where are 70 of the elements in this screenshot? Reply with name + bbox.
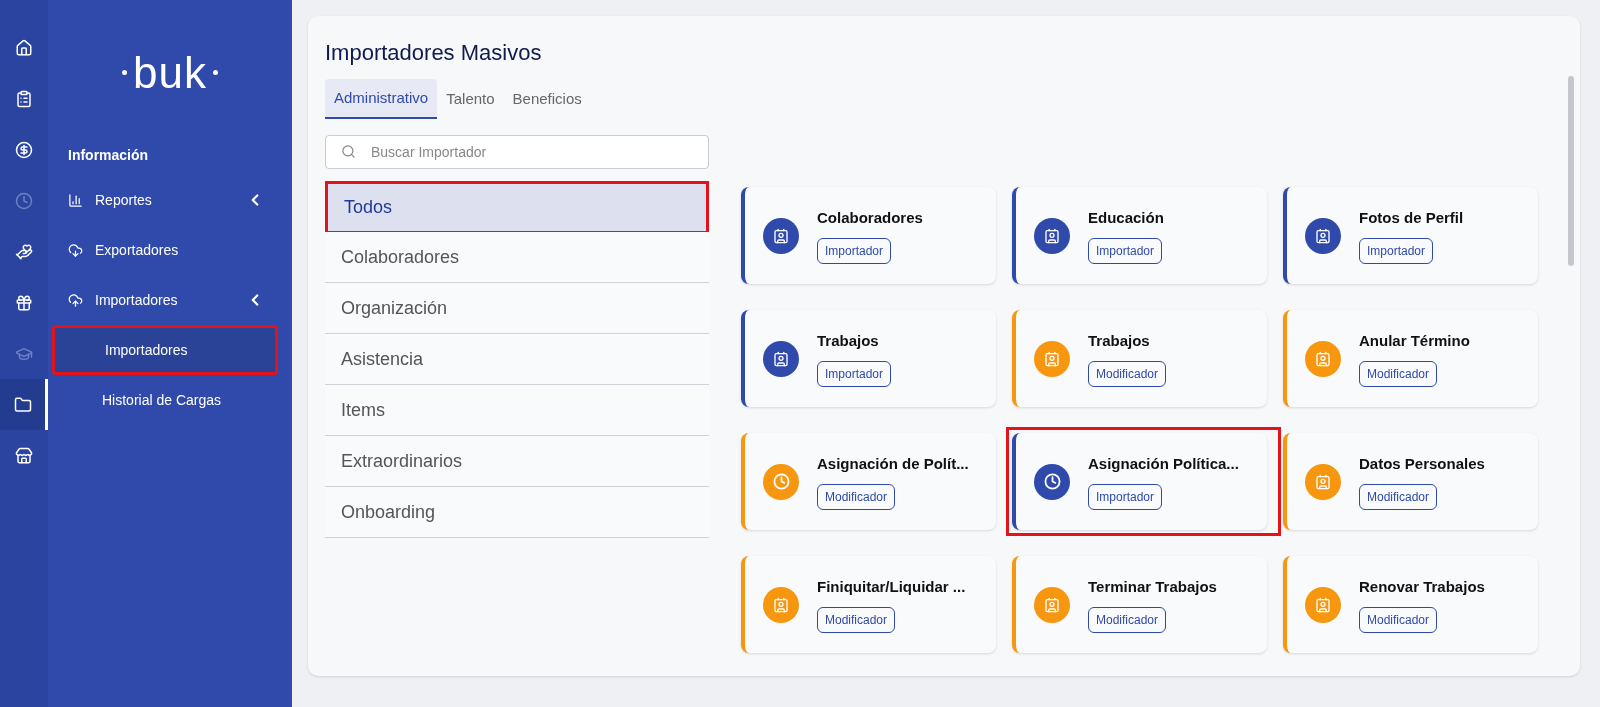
card-title: Trabajos [1088,331,1150,352]
importer-card[interactable]: Anular Término Modificador [1283,310,1538,407]
card-title: Renovar Trabajos [1359,577,1485,598]
logo: buk [132,50,208,95]
type-badge: Modificador [1088,360,1167,387]
clock-icon [763,463,799,500]
search-icon [341,144,356,159]
bar-chart-icon [68,192,83,208]
card-title: Datos Personales [1359,454,1485,475]
type-badge: Importador [1088,483,1163,510]
type-badge: Importador [817,237,892,264]
nav-subitem[interactable]: Historial de Cargas [52,375,278,425]
id-card-icon [763,217,799,254]
importer-card[interactable]: Finiquitar/Liquidar ... Modificador [741,556,996,653]
card-title: Fotos de Perfil [1359,208,1464,229]
nav-heading: Información [68,145,150,165]
id-card-icon [763,340,799,377]
importer-card[interactable]: Trabajos Modificador [1012,310,1267,407]
importer-card[interactable]: Educación Importador [1012,187,1267,284]
nav-label: Importadores [95,290,178,310]
id-card-icon [1305,586,1341,623]
importer-card[interactable]: Colaboradores Importador [741,187,996,284]
importer-card[interactable]: Asignación de Polít... Modificador [741,433,996,530]
logo-dot-icon [121,70,127,75]
id-card-icon [1034,217,1070,254]
card-title: Asignación Política... [1088,454,1239,475]
id-card-icon [1034,586,1070,623]
tab[interactable]: Administrativo [325,79,438,119]
type-badge: Importador [1088,237,1163,264]
type-badge: Importador [1359,237,1434,264]
type-badge: Modificador [817,606,896,633]
card-title: Finiquitar/Liquidar ... [817,577,966,598]
importer-card[interactable]: Trabajos Importador [741,310,996,407]
id-card-icon [1305,463,1341,500]
nav-label: Exportadores [95,240,179,260]
importer-card[interactable]: Asignación Política... Importador [1012,433,1267,530]
tab[interactable]: Talento [437,79,504,119]
nav-item[interactable]: Importadores [68,275,278,325]
tab[interactable]: Beneficios [503,79,591,119]
card-title: Anular Término [1359,331,1470,352]
nav-subitem[interactable]: Importadores [52,325,278,375]
id-card-icon [1305,217,1341,254]
nav-item[interactable]: Exportadores [68,225,278,275]
importer-card[interactable]: Datos Personales Modificador [1283,433,1538,530]
id-card-icon [1034,340,1070,377]
card-title: Asignación de Polít... [817,454,969,475]
card-title: Trabajos [817,331,879,352]
card-title: Educación [1088,208,1164,229]
card-title: Colaboradores [817,208,923,229]
type-badge: Modificador [1359,606,1438,633]
importer-card[interactable]: Fotos de Perfil Importador [1283,187,1538,284]
type-badge: Modificador [1088,606,1167,633]
category-item[interactable]: Todos [325,181,709,232]
nav-label: Reportes [95,190,152,210]
importer-card[interactable]: Renovar Trabajos Modificador [1283,556,1538,653]
nav-item[interactable]: Reportes [68,175,278,225]
type-badge: Importador [817,360,892,387]
card-title: Terminar Trabajos [1088,577,1217,598]
type-badge: Modificador [1359,483,1438,510]
cloud-upload-icon [68,292,83,308]
cloud-download-icon [68,242,83,258]
search-field[interactable]: Buscar Importador [325,135,709,169]
type-badge: Modificador [1359,360,1438,387]
type-badge: Modificador [817,483,896,510]
logo-dot-icon [213,70,219,75]
clock-icon [1034,463,1070,500]
page-title: Importadores Masivos [325,39,543,66]
importer-card[interactable]: Terminar Trabajos Modificador [1012,556,1267,653]
id-card-icon [1305,340,1341,377]
id-card-icon [763,586,799,623]
